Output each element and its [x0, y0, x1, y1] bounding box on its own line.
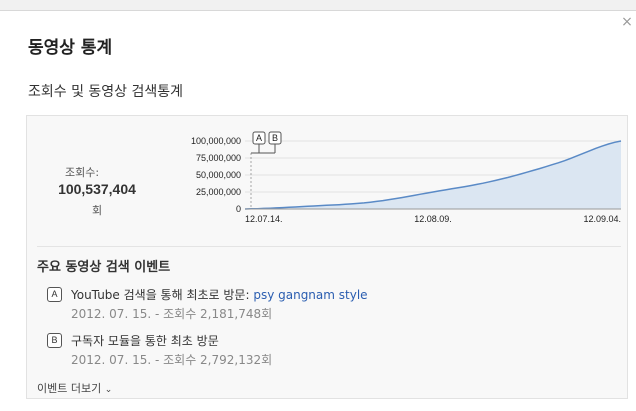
views-unit: 회: [91, 204, 103, 217]
more-events-button[interactable]: 이벤트 더보기 ⌄: [37, 380, 112, 396]
x-tick-label: 12.08.09.: [414, 214, 452, 224]
close-icon[interactable]: ×: [620, 15, 634, 29]
dialog-title: 동영상 통계: [28, 38, 113, 58]
event-item-a: A YouTube 검색을 통해 최초로 방문: psy gangnam sty…: [37, 286, 617, 326]
y-tick-label: 100,000,000: [191, 136, 241, 146]
event-marker-b: B: [47, 333, 62, 348]
y-tick-label: 25,000,000: [196, 187, 241, 197]
stats-panel: 조회수: 100,537,404 회 100,000,000 75,000,000…: [26, 115, 628, 399]
event-marker-a: A: [47, 287, 62, 302]
search-term-link[interactable]: psy gangnam style: [253, 288, 367, 302]
divider: [37, 246, 621, 247]
y-tick-label: 75,000,000: [196, 153, 241, 163]
views-total: 100,537,404: [58, 181, 136, 197]
event-text: 구독자 모듈을 통한 최초 방문: [71, 334, 219, 348]
y-tick-label: 50,000,000: [196, 170, 241, 180]
event-marker-label: B: [272, 133, 278, 143]
event-item-b: B 구독자 모듈을 통한 최초 방문 2012. 07. 15. - 조회수 2…: [37, 332, 617, 372]
event-marker-label: A: [256, 133, 262, 143]
event-text: YouTube 검색을 통해 최초로 방문:: [71, 288, 254, 302]
views-chart[interactable]: 100,000,000 75,000,000 50,000,000 25,000,00…: [147, 131, 627, 241]
section-title: 조회수 및 동영상 검색통계: [28, 84, 184, 100]
event-date: 2012. 07. 15. - 조회수 2,181,748회: [71, 307, 273, 321]
event-date: 2012. 07. 15. - 조회수 2,792,132회: [71, 353, 273, 367]
chevron-down-icon: ⌄: [104, 385, 113, 395]
video-stats-dialog: × 동영상 통계 조회수 및 동영상 검색통계 조회수: 100,537,404…: [0, 10, 636, 411]
event-line: 구독자 모듈을 통한 최초 방문: [71, 332, 219, 349]
x-tick-label: 12.09.04.: [583, 214, 621, 224]
views-label: 조회수:: [64, 166, 100, 179]
events-title: 주요 동영상 검색 이벤트: [37, 260, 171, 275]
y-tick-label: 0: [236, 204, 241, 214]
more-events-label: 이벤트 더보기: [37, 382, 102, 395]
x-tick-label: 12.07.14.: [245, 214, 283, 224]
event-line: YouTube 검색을 통해 최초로 방문: psy gangnam style: [71, 286, 368, 303]
